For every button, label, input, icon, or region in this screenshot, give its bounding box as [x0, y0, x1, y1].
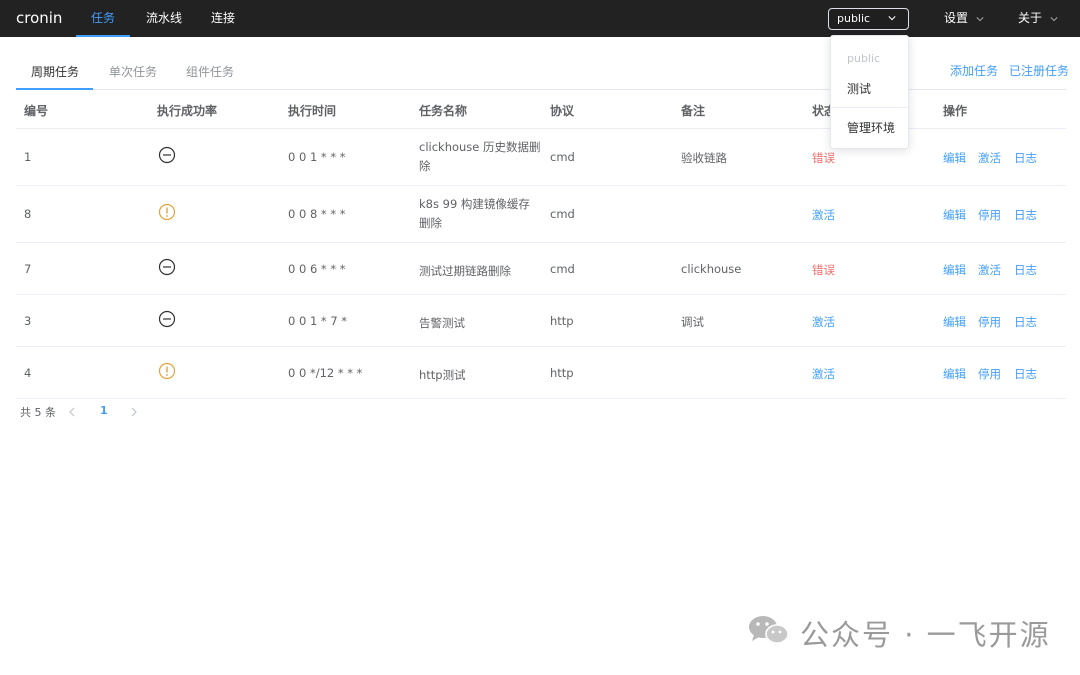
table-row: 4 0 0 */12 * * * http测试 http 激活 编辑 停用 日志 — [16, 347, 1066, 399]
header-remark: 备注 — [681, 104, 706, 118]
toggle-link[interactable]: 停用 — [978, 314, 1001, 330]
status-badge: 激活 — [812, 315, 835, 329]
minus-circle-icon — [158, 146, 176, 164]
cell-id: 8 — [24, 207, 32, 221]
status-badge: 激活 — [812, 367, 835, 381]
app-logo: cronin — [16, 9, 63, 27]
tab-one-time[interactable]: 单次任务 — [109, 63, 157, 80]
cell-protocol: cmd — [550, 207, 575, 221]
edit-link[interactable]: 编辑 — [943, 207, 966, 223]
about-label: 关于 — [1018, 11, 1043, 25]
edit-link[interactable]: 编辑 — [943, 366, 966, 382]
chevron-down-icon — [888, 16, 896, 21]
env-option-public: public — [847, 52, 881, 65]
cell-exec-time: 0 0 1 * 7 * — [288, 314, 348, 328]
cell-task-name: 测试过期链路删除 — [419, 262, 544, 281]
cell-protocol: http — [550, 314, 574, 328]
table-row: 7 0 0 6 * * * 测试过期链路删除 cmd clickhouse 错误… — [16, 243, 1066, 295]
tab-periodic[interactable]: 周期任务 — [31, 63, 79, 80]
cell-id: 3 — [24, 314, 32, 328]
header-actions: 操作 — [943, 104, 968, 118]
cell-exec-time: 0 0 6 * * * — [288, 262, 346, 276]
status-badge: 错误 — [812, 151, 835, 165]
settings-menu[interactable]: 设置 — [944, 0, 984, 37]
minus-circle-icon — [158, 258, 176, 276]
cell-task-name: clickhouse 历史数据删 除 — [419, 138, 544, 176]
cell-id: 1 — [24, 150, 32, 164]
task-name-line: http测试 — [419, 368, 466, 382]
page-number-current[interactable]: 1 — [100, 404, 108, 417]
cell-exec-time: 0 0 8 * * * — [288, 207, 346, 221]
task-name-line: 告警测试 — [419, 316, 465, 330]
nav-pipeline[interactable]: 流水线 — [146, 0, 182, 37]
table-row: 8 0 0 8 * * * k8s 99 构建镜像缓存 删除 cmd 激活 编辑… — [16, 186, 1066, 243]
watermark-text: 公众号 · 一飞开源 — [800, 618, 1051, 652]
header-protocol: 协议 — [550, 104, 575, 118]
header-exec-time: 执行时间 — [288, 104, 337, 118]
task-name-line: 删除 — [419, 216, 442, 230]
edit-link[interactable]: 编辑 — [943, 150, 966, 166]
cell-task-name: http测试 — [419, 366, 544, 385]
chevron-right-icon[interactable] — [130, 407, 138, 417]
edit-link[interactable]: 编辑 — [943, 314, 966, 330]
task-name-line: 测试过期链路删除 — [419, 264, 511, 278]
log-link[interactable]: 日志 — [1014, 262, 1037, 278]
wechat-logo-icon — [749, 616, 789, 644]
env-option-admin[interactable]: 管理环境 — [847, 119, 895, 136]
cell-protocol: http — [550, 366, 574, 380]
warning-circle-icon — [158, 203, 176, 221]
log-link[interactable]: 日志 — [1014, 314, 1037, 330]
top-navbar: cronin 任务 流水线 连接 public 设置 关于 — [0, 0, 1080, 37]
nav-connections[interactable]: 连接 — [211, 0, 235, 37]
minus-circle-icon — [158, 310, 176, 328]
table-row: 3 0 0 1 * 7 * 告警测试 http 调试 激活 编辑 停用 日志 — [16, 295, 1066, 347]
log-link[interactable]: 日志 — [1014, 150, 1037, 166]
env-select[interactable]: public — [828, 8, 909, 30]
toggle-link[interactable]: 激活 — [978, 150, 1001, 166]
cell-task-name: 告警测试 — [419, 314, 544, 333]
header-success-rate: 执行成功率 — [157, 104, 218, 118]
env-option-test[interactable]: 测试 — [847, 80, 871, 97]
nav-tasks[interactable]: 任务 — [76, 0, 130, 37]
env-selected-value: public — [837, 12, 871, 25]
status-badge: 激活 — [812, 208, 835, 222]
header-id: 编号 — [24, 104, 49, 118]
cell-protocol: cmd — [550, 150, 575, 164]
add-task-link[interactable]: 添加任务 — [950, 62, 998, 79]
settings-label: 设置 — [944, 11, 969, 25]
cell-exec-time: 0 0 */12 * * * — [288, 366, 363, 380]
cell-remark: 调试 — [681, 315, 704, 329]
log-link[interactable]: 日志 — [1014, 207, 1037, 223]
registered-tasks-link[interactable]: 已注册任务 — [1009, 62, 1069, 79]
cell-id: 7 — [24, 262, 32, 276]
task-name-line: clickhouse 历史数据删 — [419, 140, 541, 154]
edit-link[interactable]: 编辑 — [943, 262, 966, 278]
status-badge: 错误 — [812, 263, 835, 277]
toggle-link[interactable]: 停用 — [978, 366, 1001, 382]
env-dropdown-menu: public 测试 管理环境 — [830, 35, 909, 149]
cell-remark: 验收链路 — [681, 151, 727, 165]
warning-circle-icon — [158, 362, 176, 380]
cell-task-name: k8s 99 构建镜像缓存 删除 — [419, 195, 544, 233]
toggle-link[interactable]: 停用 — [978, 207, 1001, 223]
task-name-line: 除 — [419, 159, 431, 173]
chevron-left-icon[interactable] — [68, 407, 76, 417]
cell-remark: clickhouse — [681, 262, 742, 276]
tab-component[interactable]: 组件任务 — [186, 63, 234, 80]
cell-protocol: cmd — [550, 262, 575, 276]
cell-exec-time: 0 0 1 * * * — [288, 150, 346, 164]
toggle-link[interactable]: 激活 — [978, 262, 1001, 278]
chevron-down-icon — [1050, 16, 1058, 21]
header-task-name: 任务名称 — [419, 104, 468, 118]
log-link[interactable]: 日志 — [1014, 366, 1037, 382]
cell-id: 4 — [24, 366, 32, 380]
pagination-total: 共 5 条 — [20, 406, 56, 419]
about-menu[interactable]: 关于 — [1018, 0, 1058, 37]
chevron-down-icon — [976, 16, 984, 21]
menu-divider — [831, 107, 908, 108]
task-name-line: k8s 99 构建镜像缓存 — [419, 197, 530, 211]
